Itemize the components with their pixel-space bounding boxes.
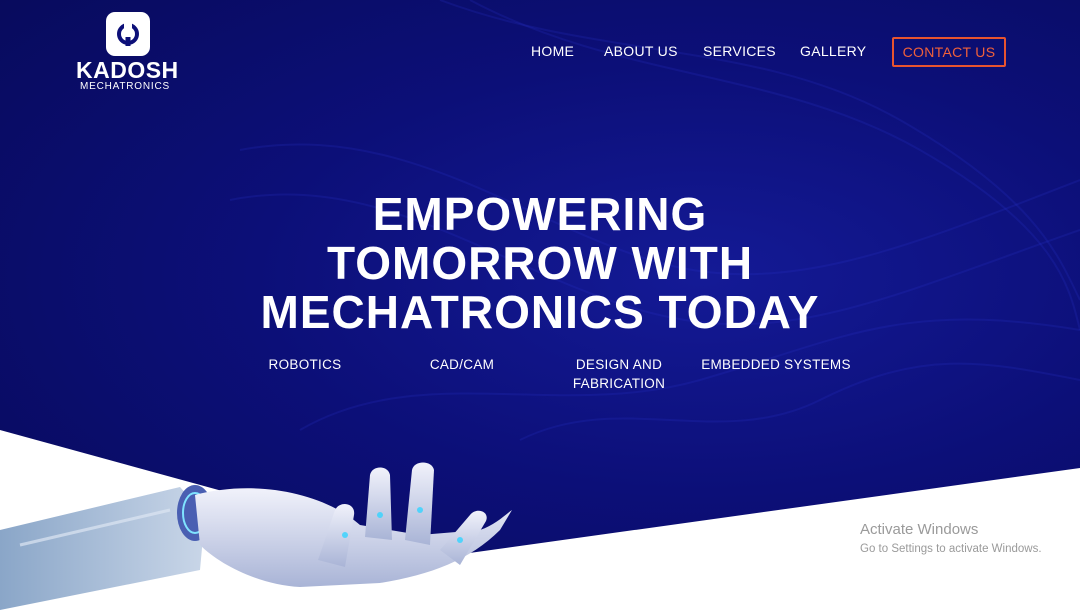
nav-home[interactable]: HOME [531, 43, 574, 59]
service-label-line: DESIGN AND [575, 357, 663, 372]
contact-us-button[interactable]: CONTACT US [892, 37, 1006, 67]
watermark-subtitle: Go to Settings to activate Windows. [860, 543, 1042, 555]
headline-line: EMPOWERING [372, 188, 708, 240]
main-nav: HOME ABOUT US SERVICES GALLERY CONTACT U… [0, 37, 1080, 67]
service-cad-cam[interactable]: CAD/CAM [412, 355, 512, 374]
service-embedded-systems[interactable]: EMBEDDED SYSTEMS [700, 355, 852, 374]
windows-activation-watermark: Activate Windows Go to Settings to activ… [860, 521, 1042, 557]
brand-subtitle: MECHATRONICS [80, 81, 170, 92]
headline-line: TOMORROW WITH [326, 237, 754, 289]
hero-headline: EMPOWERING TOMORROW WITH MECHATRONICS TO… [0, 190, 1080, 337]
service-label-line: FABRICATION [572, 376, 666, 391]
service-design-fabrication[interactable]: DESIGN AND FABRICATION [564, 355, 674, 393]
headline-line: MECHATRONICS TODAY [260, 286, 820, 338]
nav-services[interactable]: SERVICES [703, 43, 776, 59]
watermark-title: Activate Windows [860, 521, 979, 538]
nav-gallery[interactable]: GALLERY [800, 43, 866, 59]
robotic-hand-image [0, 462, 512, 610]
nav-about-us[interactable]: ABOUT US [604, 43, 678, 59]
service-robotics[interactable]: ROBOTICS [255, 355, 355, 374]
